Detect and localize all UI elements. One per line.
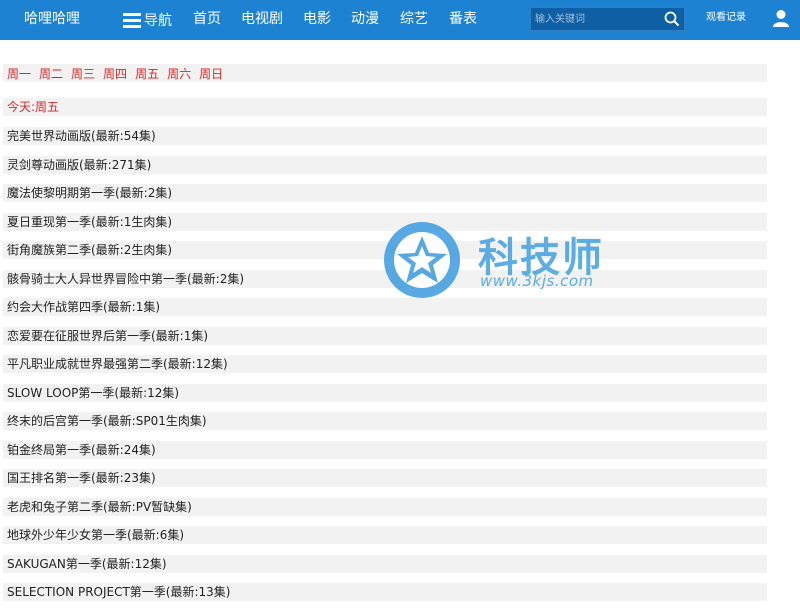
nav-menu-button[interactable]: 导航 bbox=[123, 0, 172, 40]
star-logo-icon bbox=[384, 222, 460, 298]
list-item[interactable]: SELECTION PROJECT第一季(最新:13集) bbox=[3, 583, 767, 601]
site-logo[interactable]: 哈哩哈哩 bbox=[24, 0, 80, 40]
tab-saturday[interactable]: 周六 bbox=[167, 65, 191, 82]
watermark-url: www.3kjs.com bbox=[480, 272, 594, 290]
search-input[interactable] bbox=[531, 8, 660, 30]
list-item[interactable]: 灵剑尊动画版(最新:271集) bbox=[3, 155, 767, 174]
list-item[interactable]: 老虎和兔子第二季(最新:PV暂缺集) bbox=[3, 497, 767, 516]
list-item[interactable]: 恋爱要在征服世界后第一季(最新:1集) bbox=[3, 326, 767, 345]
list-item[interactable]: 国王排名第一季(最新:23集) bbox=[3, 469, 767, 487]
nav-link-tv[interactable]: 电视剧 bbox=[241, 0, 283, 40]
nav-link-anime[interactable]: 动漫 bbox=[351, 0, 379, 40]
tab-monday[interactable]: 周一 bbox=[7, 65, 31, 82]
tab-friday[interactable]: 周五 bbox=[135, 65, 159, 82]
list-item[interactable]: SLOW LOOP第一季(最新:12集) bbox=[3, 383, 767, 402]
list-item[interactable]: 魔法使黎明期第一季(最新:2集) bbox=[3, 184, 767, 202]
top-bar: 哈哩哈哩 导航 首页 电视剧 电影 动漫 综艺 番表 观看记录 bbox=[0, 0, 800, 40]
nav-link-variety[interactable]: 综艺 bbox=[400, 0, 428, 40]
hamburger-icon bbox=[123, 12, 141, 28]
today-label: 今天:周五 bbox=[3, 98, 767, 116]
weekday-tabs: 周一 周二 周三 周四 周五 周六 周日 bbox=[3, 64, 767, 82]
watermark: 科技师 www.3kjs.com bbox=[380, 222, 630, 302]
search-box bbox=[530, 7, 685, 31]
search-icon[interactable] bbox=[664, 11, 680, 27]
list-item[interactable]: 地球外少年少女第一季(最新:6集) bbox=[3, 526, 767, 544]
list-item[interactable]: 平凡职业成就世界最强第二季(最新:12集) bbox=[3, 355, 767, 373]
nav-link-schedule[interactable]: 番表 bbox=[449, 0, 477, 40]
tab-thursday[interactable]: 周四 bbox=[103, 65, 127, 82]
list-item[interactable]: 终末的后宫第一季(最新:SP01生肉集) bbox=[3, 412, 767, 430]
nav-link-movie[interactable]: 电影 bbox=[303, 0, 331, 40]
list-item[interactable]: 完美世界动画版(最新:54集) bbox=[3, 127, 767, 145]
user-icon[interactable] bbox=[772, 9, 790, 27]
nav-link-home[interactable]: 首页 bbox=[193, 0, 221, 40]
list-item[interactable]: 铂金终局第一季(最新:24集) bbox=[3, 440, 767, 459]
watch-history-link[interactable]: 观看记录 bbox=[706, 0, 746, 40]
show-list: 完美世界动画版(最新:54集) 灵剑尊动画版(最新:271集) 魔法使黎明期第一… bbox=[3, 127, 767, 612]
tab-wednesday[interactable]: 周三 bbox=[71, 65, 95, 82]
nav-label: 导航 bbox=[144, 13, 172, 29]
tab-sunday[interactable]: 周日 bbox=[199, 65, 223, 82]
tab-tuesday[interactable]: 周二 bbox=[39, 65, 63, 82]
list-item[interactable]: SAKUGAN第一季(最新:12集) bbox=[3, 554, 767, 573]
